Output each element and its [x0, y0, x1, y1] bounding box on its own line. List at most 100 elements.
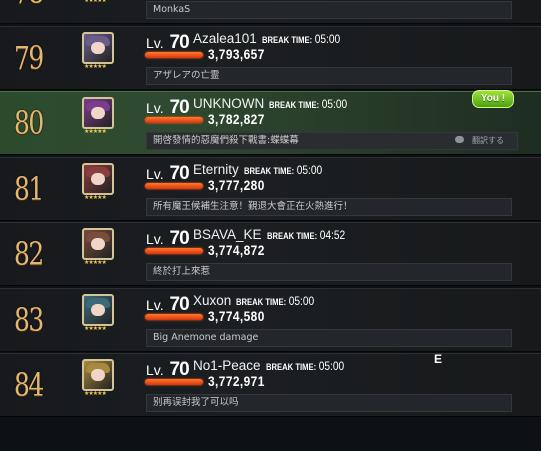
rarity-stars-icon: ★★★★★	[84, 259, 107, 266]
break-time-value: 05:00	[296, 163, 323, 177]
player-name-line: Eternity BREAK TIME: 05:00	[193, 162, 336, 177]
level-value: 70	[169, 294, 190, 315]
translate-button[interactable]: 翻訳する	[472, 135, 504, 146]
level-value: 70	[169, 228, 190, 249]
break-time-label: BREAK TIME:	[236, 297, 287, 307]
break-time-label: BREAK TIME:	[261, 35, 312, 45]
ranking-row[interactable]: 78 ★★★★★ Lv. 70 HimikoBREAK TIME:05:00 3…	[0, 0, 541, 24]
ranking-row[interactable]: 80 ★★★★★ Lv. 70 UNKNOWN BREAK TIME: 05:00 …	[0, 90, 541, 155]
level-prefix: Lv.	[146, 35, 164, 51]
break-time-value: 05:00	[288, 294, 315, 308]
damage-value: 3,777,280	[208, 177, 265, 193]
rank-number: 82	[14, 235, 44, 273]
player-name-line: BSAVA_KE BREAK TIME: 04:52	[193, 227, 359, 242]
damage-bar	[145, 248, 203, 254]
rank-number: 78	[14, 0, 45, 11]
level-value: 70	[169, 97, 190, 118]
player-level: Lv. 70	[146, 32, 190, 54]
break-time-value: 05:00	[314, 32, 341, 46]
player-comment: 别再误封我了可以吗	[146, 394, 512, 412]
ranking-row[interactable]: 81 ★★★★★ Lv. 70 Eternity BREAK TIME: 05:00…	[0, 157, 541, 221]
break-time: BREAK TIME: 05:00	[266, 359, 344, 373]
damage-bar	[145, 183, 203, 189]
break-time-value: 05:00	[318, 359, 344, 373]
level-prefix: Lv.	[146, 297, 164, 313]
ranking-row[interactable]: 79 ★★★★★ Lv. 70 Azalea101 BREAK TIME: 05:0…	[0, 26, 541, 90]
level-value: 70	[169, 163, 190, 184]
avatar-face	[91, 238, 105, 250]
player-name: No1-Peace	[193, 358, 261, 373]
ranking-row[interactable]: 84 ★★★★★ Lv. 70 No1-Peace BREAK TIME: 05:0…	[0, 353, 541, 417]
speech-bubble-icon	[455, 136, 464, 143]
you-badge: You !	[472, 90, 514, 108]
level-value: 70	[169, 359, 190, 380]
rarity-stars-icon: ★★★★★	[84, 0, 107, 4]
player-comment: 所有魔王候補生注意！覲退大會正在火熱進行！	[146, 198, 512, 216]
player-avatar[interactable]	[82, 228, 114, 260]
rank-number: 81	[14, 170, 44, 208]
avatar-face	[91, 304, 105, 316]
player-avatar[interactable]	[82, 97, 114, 129]
ranking-row[interactable]: 82 ★★★★★ Lv. 70 BSAVA_KE BREAK TIME: 04:52…	[0, 222, 541, 286]
player-comment: Big Anemone damage	[146, 329, 512, 347]
level-prefix: Lv.	[146, 231, 164, 247]
player-level: Lv. 70	[146, 228, 190, 250]
break-time-label: BREAK TIME:	[269, 100, 320, 110]
rank-number: 80	[14, 104, 44, 142]
rarity-stars-icon: ★★★★★	[84, 390, 107, 397]
player-name: BSAVA_KE	[193, 227, 262, 242]
damage-bar	[145, 314, 203, 320]
player-name-line: Azalea101 BREAK TIME: 05:00	[193, 31, 354, 46]
break-time-value: 04:52	[319, 228, 345, 242]
break-time-label: BREAK TIME:	[243, 166, 294, 176]
damage-value: 3,774,872	[208, 242, 265, 258]
break-time: BREAK TIME: 05:00	[262, 32, 340, 46]
level-prefix: Lv.	[146, 362, 164, 378]
damage-value: 3,793,657	[208, 46, 265, 62]
damage-bar	[145, 52, 203, 58]
rank-number: 84	[14, 366, 44, 404]
player-name: Azalea101	[193, 31, 257, 46]
break-time: BREAK TIME: 04:52	[267, 228, 345, 242]
avatar-face	[91, 107, 105, 119]
break-time-label: BREAK TIME:	[266, 231, 317, 241]
player-name-line: No1-Peace BREAK TIME: 05:00	[193, 358, 358, 373]
player-level: Lv. 70	[146, 97, 190, 119]
level-prefix: Lv.	[146, 166, 164, 182]
damage-value: 3,782,827	[208, 111, 265, 127]
avatar-face	[91, 42, 105, 54]
rank-number: 83	[14, 301, 44, 339]
break-time: BREAK TIME: 05:00	[236, 294, 314, 308]
player-name: Eternity	[193, 162, 239, 177]
damage-bar	[145, 117, 203, 123]
player-comment: アザレアの亡霊	[146, 67, 512, 85]
rarity-stars-icon: ★★★★★	[84, 63, 107, 70]
player-comment: MonkaS	[146, 1, 512, 19]
player-name: UNKNOWN	[193, 96, 265, 111]
player-name-line: UNKNOWN BREAK TIME: 05:00	[193, 96, 361, 111]
rank-number: 79	[14, 39, 44, 77]
damage-bar	[145, 379, 203, 385]
player-avatar[interactable]	[82, 32, 114, 64]
break-time-value: 05:00	[321, 97, 348, 111]
level-value: 70	[169, 32, 190, 53]
ranking-row[interactable]: 83 ★★★★★ Lv. 70 Xuxon BREAK TIME: 05:00 3,…	[0, 288, 541, 352]
player-avatar[interactable]	[82, 359, 114, 391]
player-level: Lv. 70	[146, 163, 190, 185]
player-avatar[interactable]	[82, 163, 114, 195]
player-name: Xuxon	[193, 293, 232, 308]
break-time: BREAK TIME: 05:00	[269, 97, 347, 111]
player-avatar[interactable]	[82, 294, 114, 326]
player-name-line: Xuxon BREAK TIME: 05:00	[193, 293, 328, 308]
break-time-label: BREAK TIME:	[265, 362, 316, 372]
damage-value: 3,772,971	[208, 373, 265, 389]
rarity-stars-icon: ★★★★★	[84, 194, 107, 201]
avatar-face	[91, 173, 105, 185]
damage-value: 3,774,580	[208, 308, 265, 324]
break-time: BREAK TIME: 05:00	[244, 163, 322, 177]
avatar-face	[91, 369, 105, 381]
rarity-stars-icon: ★★★★★	[84, 325, 107, 332]
cursor-letter: E	[434, 352, 443, 366]
player-level: Lv. 70	[146, 294, 190, 316]
rarity-stars-icon: ★★★★★	[84, 128, 107, 135]
